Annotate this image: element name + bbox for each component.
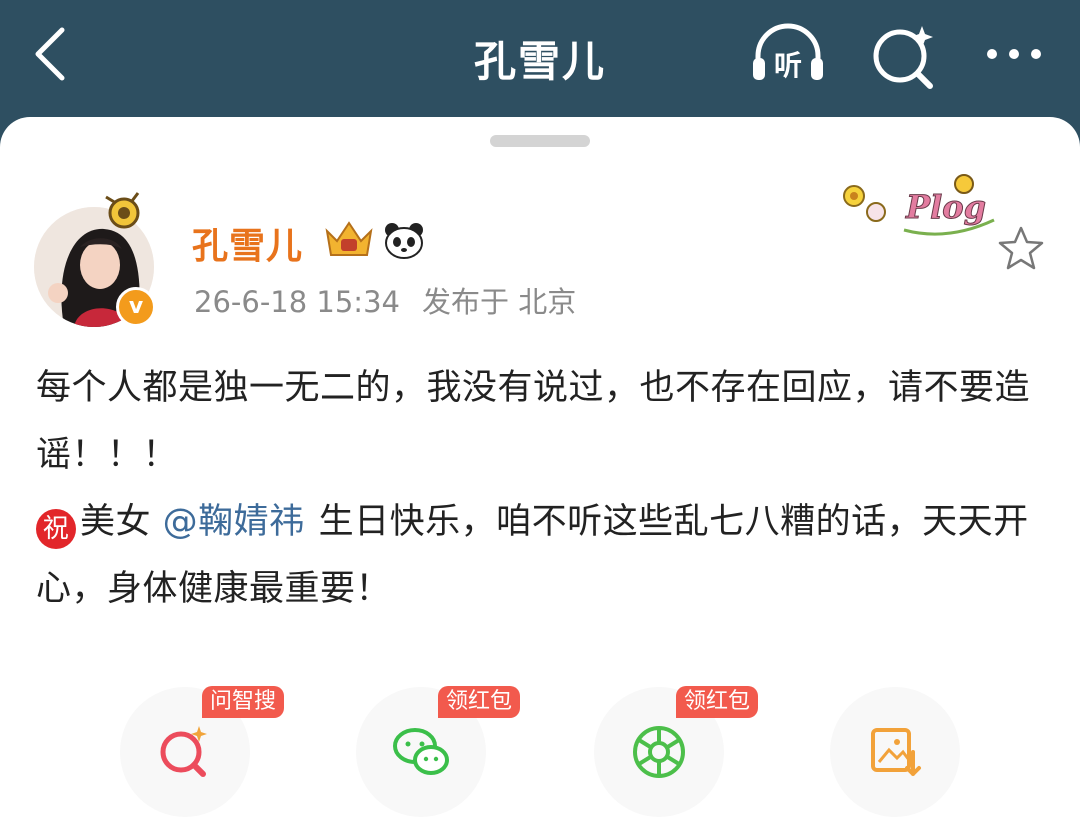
listen-label: 听 <box>774 49 802 82</box>
drag-handle[interactable] <box>490 135 590 147</box>
mention-link[interactable]: @鞠婧祎 <box>163 502 305 542</box>
wechat-icon <box>393 728 449 775</box>
ai-search-icon <box>160 726 207 777</box>
celebration-emoji-icon: 祝 <box>36 509 76 549</box>
post-card: v 孔雪儿 26-6-18 15:34 发布于 北京 Plog 每个人都是独一无二… <box>0 117 1080 825</box>
plog-sticker: Plog <box>843 174 995 236</box>
panda-badge-icon <box>385 223 423 259</box>
search-icon[interactable] <box>866 20 946 90</box>
ai-search-tag: 问智搜 <box>202 686 285 718</box>
share-actions: 问智搜 领红包 领红包 <box>0 677 1080 825</box>
post-timestamp: 26-6-18 15:34 <box>194 285 400 319</box>
post-body: 每个人都是独一无二的，我没有说过，也不存在回应，请不要造谣！！！ 祝美女 @鞠婧… <box>36 355 1036 623</box>
top-bar: 孔雪儿 听 <box>0 0 1080 118</box>
verified-badge: v <box>116 287 156 327</box>
wechat-redpacket-tag: 领红包 <box>438 686 521 718</box>
author-avatar-group[interactable]: v <box>34 187 164 337</box>
post-location: 发布于 北京 <box>421 285 577 319</box>
listen-button[interactable]: 听 <box>748 20 828 90</box>
favorite-star-icon[interactable] <box>996 223 1046 273</box>
author-name[interactable]: 孔雪儿 <box>192 217 303 269</box>
crown-badge-icon <box>325 221 373 256</box>
moments-redpacket-tag: 领红包 <box>676 686 759 718</box>
post-text-line1: 每个人都是独一无二的，我没有说过，也不存在回应，请不要造谣！！！ <box>36 368 1031 475</box>
save-image-icon <box>871 728 921 776</box>
save-image-button[interactable] <box>830 687 960 817</box>
avatar-frame-decoration-icon <box>105 192 140 229</box>
more-options-icon[interactable] <box>978 20 1058 90</box>
plog-text: Plog <box>905 188 986 226</box>
post-meta: 26-6-18 15:34 发布于 北京 <box>194 279 576 321</box>
post-text-prefix: 美女 <box>80 502 152 542</box>
moments-icon <box>633 726 685 778</box>
